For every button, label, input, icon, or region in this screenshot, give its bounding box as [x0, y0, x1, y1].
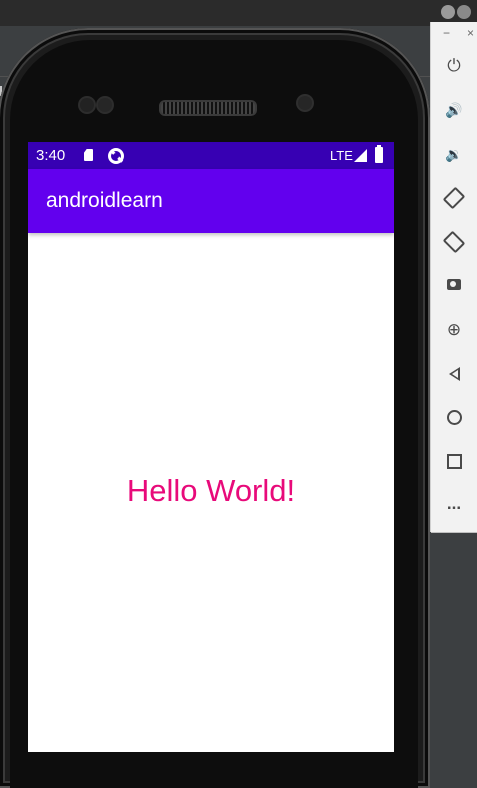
status-bar: 3:40 LTE: [28, 142, 394, 169]
volume-up-icon: 🔊: [445, 102, 463, 118]
window-buttons: [437, 3, 477, 23]
home-icon: [446, 410, 462, 425]
network-type: LTE: [330, 148, 353, 163]
app-title: androidlearn: [46, 189, 163, 212]
window-maximize-button[interactable]: [457, 5, 471, 19]
back-button[interactable]: [444, 364, 464, 384]
front-camera-icon: [80, 98, 94, 112]
overview-button[interactable]: [444, 452, 464, 472]
home-button[interactable]: [444, 408, 464, 428]
signal-icon: [354, 149, 367, 162]
sd-card-icon: [84, 149, 93, 161]
battery-icon: [375, 145, 383, 163]
volume-down-icon: 🔉: [445, 146, 463, 162]
desktop-top-bar: [0, 0, 477, 26]
screenshot-button[interactable]: [444, 276, 464, 296]
more-button[interactable]: ...: [444, 494, 464, 514]
hello-world-text: Hello World!: [126, 473, 296, 508]
zoom-icon: ⊕: [446, 320, 462, 339]
overview-icon: [446, 454, 462, 469]
proximity-sensor-icon: [98, 98, 112, 112]
app-bar: androidlearn: [28, 169, 394, 233]
back-icon: [448, 367, 460, 381]
rotate-left-icon: [442, 186, 466, 210]
rotate-left-button[interactable]: [442, 186, 466, 210]
window-minimize-button[interactable]: [441, 5, 455, 19]
device-screen[interactable]: 3:40 LTE androidlearn Hello World!: [28, 142, 394, 752]
power-icon: ⏻: [447, 56, 461, 75]
zoom-button[interactable]: ⊕: [444, 320, 464, 340]
emulator-tool-panel: − × ⏻ 🔊 🔉 ⊕ ...: [431, 22, 477, 532]
camera-icon: [447, 279, 461, 290]
panel-minimize-button[interactable]: −: [443, 26, 450, 40]
panel-close-button[interactable]: ×: [467, 26, 474, 40]
sync-icon: [108, 148, 124, 164]
volume-down-button[interactable]: 🔉: [444, 144, 464, 164]
rotate-right-button[interactable]: [442, 230, 466, 254]
volume-up-button[interactable]: 🔊: [444, 100, 464, 120]
earpiece-speaker: [159, 100, 257, 116]
status-time: 3:40: [36, 147, 66, 164]
power-button[interactable]: ⏻: [444, 56, 464, 76]
light-sensor-icon: [298, 96, 312, 110]
more-icon: ...: [446, 494, 462, 513]
rotate-right-icon: [442, 230, 466, 254]
